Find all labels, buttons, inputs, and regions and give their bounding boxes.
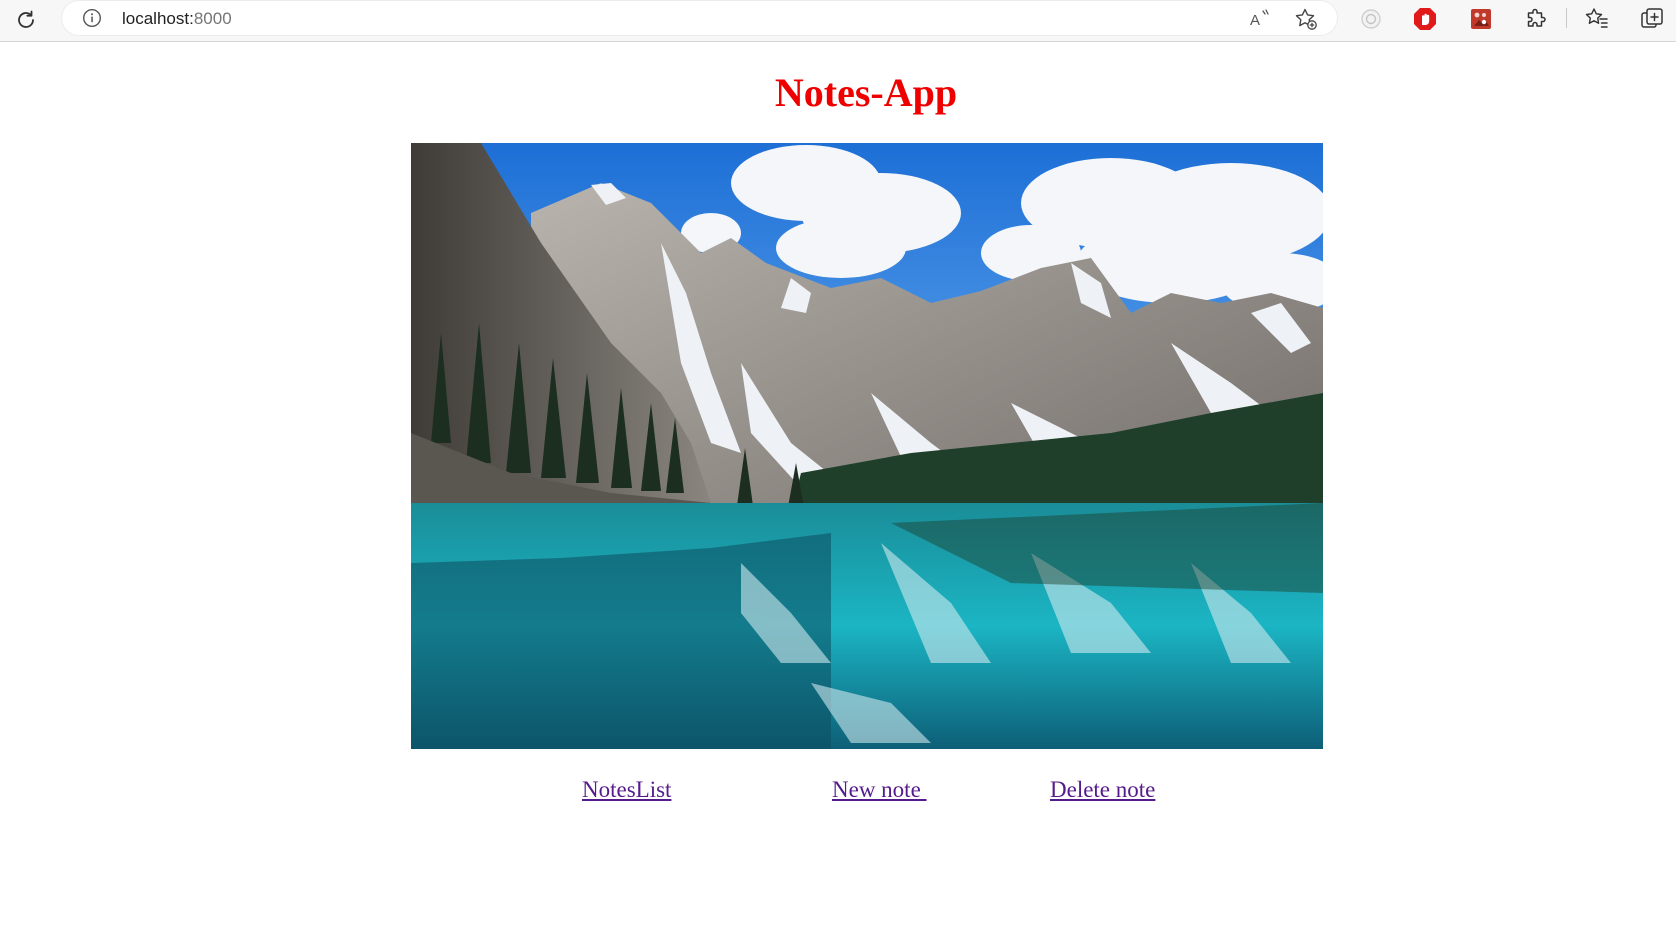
address-bar[interactable]: localhost:8000 A [62, 1, 1337, 35]
toolbar-divider [1566, 8, 1567, 28]
collections-icon[interactable] [1638, 5, 1666, 33]
svg-text:A: A [1250, 12, 1260, 29]
add-favorite-icon[interactable] [1294, 7, 1318, 31]
new-note-link[interactable]: New note [832, 776, 927, 804]
extension-circle-icon[interactable] [1357, 5, 1385, 33]
browser-toolbar: localhost:8000 A [0, 0, 1676, 42]
adblock-icon[interactable] [1411, 5, 1439, 33]
info-icon[interactable] [82, 8, 102, 28]
noteslist-link[interactable]: NotesList [582, 776, 671, 804]
favorites-icon[interactable] [1583, 5, 1611, 33]
url-port: 8000 [193, 9, 232, 28]
image-extension-icon[interactable] [1467, 5, 1495, 33]
mountain-lake-photo [411, 143, 1323, 749]
reload-icon[interactable] [10, 4, 42, 36]
read-aloud-icon[interactable]: A [1248, 7, 1272, 31]
url-text[interactable]: localhost:8000 [122, 9, 232, 29]
url-host: localhost: [122, 9, 194, 28]
delete-note-link[interactable]: Delete note [1050, 776, 1155, 804]
puzzle-icon[interactable] [1522, 5, 1550, 33]
page-title: Notes-App [774, 70, 958, 115]
